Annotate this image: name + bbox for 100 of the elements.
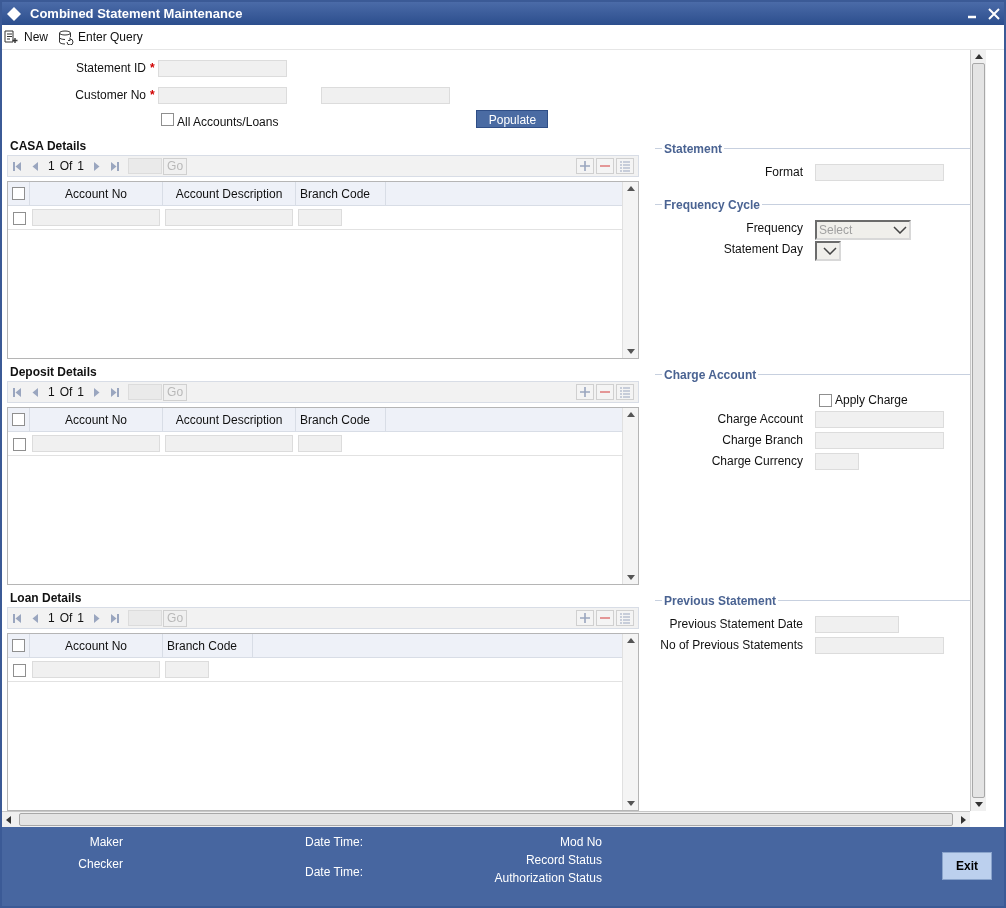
cell-input[interactable] [165, 661, 209, 678]
scroll-down-icon[interactable] [974, 802, 983, 807]
page-of-label: Of [59, 384, 73, 401]
list-view-icon[interactable] [616, 158, 634, 174]
delete-row-icon[interactable] [596, 384, 614, 400]
footer-label: Mod No [559, 834, 602, 851]
document-add-icon [4, 30, 20, 44]
cell-input[interactable] [165, 209, 293, 226]
footer-label: Date Time: [304, 864, 363, 881]
row-checkbox[interactable] [12, 212, 26, 225]
vertical-scrollbar[interactable] [622, 182, 638, 358]
last-page-icon[interactable] [110, 612, 121, 624]
scroll-up-icon[interactable] [974, 54, 983, 59]
chevron-down-icon [823, 247, 837, 255]
cell-input[interactable] [165, 435, 293, 452]
previous-page-icon[interactable] [30, 612, 40, 624]
scroll-down-icon[interactable] [626, 575, 635, 580]
vertical-scrollbar[interactable] [622, 634, 638, 810]
select-all-checkbox[interactable] [12, 187, 25, 200]
row-checkbox[interactable] [12, 438, 26, 451]
column-header: Account No [30, 182, 163, 205]
cell-input[interactable] [32, 661, 160, 678]
toolbar-button[interactable]: Enter Query [58, 28, 143, 46]
field-label: Format [764, 164, 803, 180]
page-of-label: Of [59, 158, 73, 175]
toolbar-button[interactable]: New [4, 28, 48, 46]
required-marker: * [150, 60, 155, 77]
database-icon [58, 29, 74, 45]
footer-label: Checker [78, 856, 123, 873]
page-of-label: Of [59, 610, 73, 627]
cell-input[interactable] [298, 209, 342, 226]
input-field[interactable] [815, 432, 944, 449]
first-page-icon[interactable] [12, 160, 22, 172]
scroll-up-icon[interactable] [626, 186, 635, 191]
page-total: 1 [77, 384, 85, 401]
page-input[interactable] [128, 610, 163, 626]
cell-input[interactable] [32, 209, 160, 226]
populate-button[interactable]: Populate [476, 110, 549, 128]
cell-input[interactable] [298, 435, 342, 452]
input-field[interactable] [815, 164, 944, 181]
scroll-down-icon[interactable] [626, 349, 635, 354]
column-header: Branch Code [296, 408, 386, 431]
select-all-checkbox[interactable] [12, 413, 25, 426]
list-view-icon[interactable] [616, 384, 634, 400]
cell-input[interactable] [32, 435, 160, 452]
checkbox[interactable] [161, 113, 174, 126]
last-page-icon[interactable] [110, 386, 121, 398]
column-header: Account Description [163, 182, 296, 205]
last-page-icon[interactable] [110, 160, 121, 172]
customer-name-field[interactable] [320, 86, 450, 104]
footer-label: Date Time: [304, 834, 363, 851]
first-page-icon[interactable] [12, 386, 22, 398]
input-field[interactable] [815, 453, 859, 470]
scroll-up-icon[interactable] [626, 412, 635, 417]
select-field[interactable] [815, 241, 841, 261]
row-checkbox[interactable] [12, 664, 26, 677]
add-row-icon[interactable] [576, 158, 594, 174]
previous-page-icon[interactable] [30, 386, 40, 398]
group-legend: Frequency Cycle [662, 195, 763, 214]
section-title: CASA Details [9, 138, 88, 155]
vertical-scrollbar[interactable] [622, 408, 638, 584]
chevron-down-icon [893, 226, 907, 234]
footer-label: Authorization Status [494, 870, 602, 887]
page-number: 1 [48, 610, 55, 627]
page-total: 1 [77, 158, 85, 175]
page-input[interactable] [128, 384, 163, 400]
scroll-right-icon[interactable] [961, 815, 966, 824]
checkbox[interactable] [819, 393, 832, 407]
required-marker: * [150, 87, 155, 104]
close-icon[interactable] [988, 7, 1000, 20]
list-view-icon[interactable] [616, 610, 634, 626]
field-label: Charge Currency [710, 453, 803, 469]
field-label: Statement ID [74, 60, 146, 77]
column-header: Account Description [163, 408, 296, 431]
column-header: Branch Code [163, 634, 253, 657]
input-field[interactable] [815, 637, 944, 654]
delete-row-icon[interactable] [596, 610, 614, 626]
exit-button[interactable]: Exit [942, 852, 992, 880]
scroll-left-icon[interactable] [6, 815, 11, 824]
page-input[interactable] [128, 158, 163, 174]
column-header: Branch Code [296, 182, 386, 205]
input-field[interactable] [815, 616, 899, 633]
delete-row-icon[interactable] [596, 158, 614, 174]
footer-label: Record Status [525, 852, 602, 869]
select-all-checkbox[interactable] [12, 639, 25, 652]
add-row-icon[interactable] [576, 610, 594, 626]
checkbox-label: Apply Charge [835, 392, 908, 409]
input-field[interactable] [815, 411, 944, 428]
first-page-icon[interactable] [12, 612, 22, 624]
horizontal-scrollbar[interactable] [2, 811, 970, 827]
input-field[interactable] [157, 86, 287, 104]
field-label: Frequency [745, 220, 803, 236]
scroll-up-icon[interactable] [626, 638, 635, 643]
vertical-scrollbar[interactable] [970, 50, 986, 811]
previous-page-icon[interactable] [30, 160, 40, 172]
field-label: Statement Day [722, 241, 803, 257]
add-row-icon[interactable] [576, 384, 594, 400]
field-label: Previous Statement Date [668, 616, 803, 632]
input-field[interactable] [157, 59, 287, 77]
scroll-down-icon[interactable] [626, 801, 635, 806]
